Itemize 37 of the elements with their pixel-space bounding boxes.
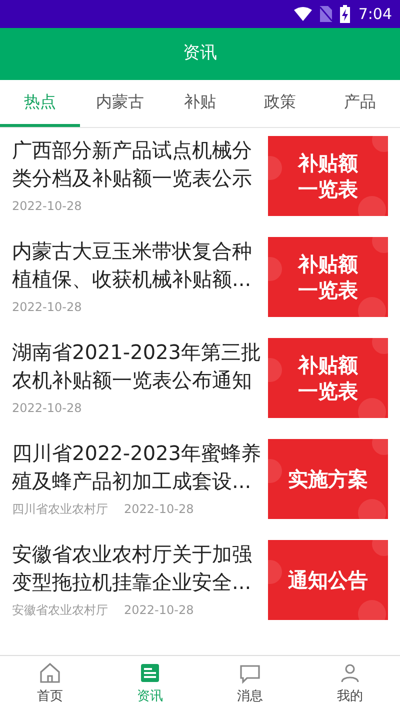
article-date: 2022-10-28	[12, 198, 82, 215]
nav-tab[interactable]: 首页	[0, 656, 100, 711]
thumbnail-text: 补贴额	[298, 352, 358, 378]
thumbnail-text: 一览表	[298, 378, 358, 404]
thumbnail-text: 通知公告	[288, 567, 368, 593]
article-item[interactable]: 湖南省2021-2023年第三批农机补贴额一览表公布通知 2022-10-28 补贴额 一览表	[0, 330, 400, 431]
article-date: 2022-10-28	[124, 501, 194, 518]
article-item[interactable]: 四川省2022-2023年蜜蜂养殖及蜂产品初加工成套设... 四川省农业农村厅 2022-10-28 实施方案	[0, 431, 400, 532]
article-item[interactable]: 安徽省农业农村厅关于加强变型拖拉机挂靠企业安全... 安徽省农业农村厅 2022-10-28 通知公告	[0, 532, 400, 633]
article-date: 2022-10-28	[12, 299, 82, 316]
thumbnail-text: 补贴额	[298, 251, 358, 277]
article-title: 四川省2022-2023年蜜蜂养殖及蜂产品初加工成套设...	[12, 440, 262, 495]
nav-tab[interactable]: 我的	[300, 656, 400, 711]
no-sim-icon	[320, 6, 332, 22]
header-title: 资讯	[183, 42, 217, 66]
thumbnail-text: 实施方案	[288, 466, 368, 492]
article-item[interactable]: 广西部分新产品试点机械分类分档及补贴额一览表公示 2022-10-28 补贴额 一览表	[0, 128, 400, 229]
clock-time: 7:04	[358, 4, 392, 25]
article-title: 广西部分新产品试点机械分类分档及补贴额一览表公示	[12, 137, 253, 192]
nav-tab[interactable]: 消息	[200, 656, 300, 711]
article-item[interactable]: 内蒙古大豆玉米带状复合种植植保、收获机械补贴额... 2022-10-28 补贴额 一览表	[0, 229, 400, 330]
article-source: 安徽省农业农村厅	[12, 602, 108, 619]
wifi-icon	[294, 7, 312, 21]
category-tab[interactable]: 产品	[320, 80, 400, 127]
thumbnail-text: 一览表	[298, 277, 358, 303]
thumbnail-text: 补贴额	[298, 150, 358, 176]
article-date: 2022-10-28	[124, 602, 194, 619]
article-source: 四川省农业农村厅	[12, 501, 108, 518]
thumbnail-text: 一览表	[298, 176, 358, 202]
category-tab[interactable]: 内蒙古	[80, 80, 160, 127]
article-title: 安徽省农业农村厅关于加强变型拖拉机挂靠企业安全...	[12, 541, 253, 596]
article-date: 2022-10-28	[12, 400, 82, 417]
battery-charging-icon	[340, 5, 350, 23]
article-title: 内蒙古大豆玉米带状复合种植植保、收获机械补贴额...	[12, 238, 253, 293]
article-title: 湖南省2021-2023年第三批农机补贴额一览表公布通知	[12, 339, 262, 394]
category-tab[interactable]: 补贴	[160, 80, 240, 127]
category-tab[interactable]: 政策	[240, 80, 320, 127]
